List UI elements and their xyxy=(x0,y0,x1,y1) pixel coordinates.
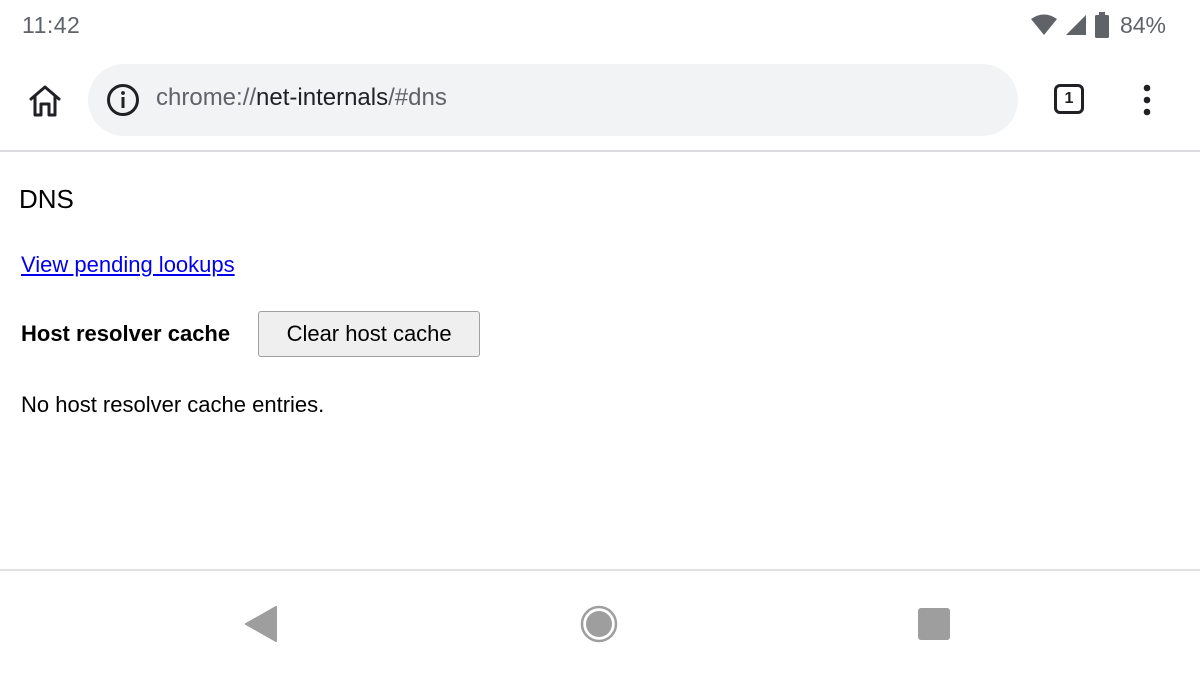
status-time: 11:42 xyxy=(22,12,81,38)
tab-count: 1 xyxy=(1064,90,1074,107)
home-icon xyxy=(29,85,61,117)
status-bar: 11:42 84% xyxy=(0,0,1200,52)
more-options-button[interactable] xyxy=(1132,80,1162,120)
wifi-icon xyxy=(1030,14,1057,35)
battery-icon xyxy=(1094,12,1109,38)
page-title: DNS xyxy=(19,184,74,214)
url-host: net-internals xyxy=(256,84,389,111)
home-circle-icon[interactable] xyxy=(580,605,618,643)
url-scheme: chrome:// xyxy=(156,84,257,111)
url-path: /#dns xyxy=(388,84,447,111)
omnibox[interactable]: chrome://net-internals/#dns xyxy=(88,64,1018,136)
android-screen: 11:42 84% chrome://net-internals/#dns 1 … xyxy=(0,0,1200,675)
battery-percent: 84% xyxy=(1119,11,1166,38)
cell-signal-icon xyxy=(1065,15,1086,35)
info-icon[interactable] xyxy=(106,83,140,117)
recents-icon[interactable] xyxy=(918,608,950,640)
tab-switcher-button[interactable]: 1 xyxy=(1054,84,1084,114)
system-navigation-bar xyxy=(0,569,1200,675)
clear-host-cache-button[interactable]: Clear host cache xyxy=(258,311,481,357)
more-vert-icon xyxy=(1143,84,1151,116)
back-icon[interactable] xyxy=(244,605,278,643)
home-button[interactable] xyxy=(24,80,66,122)
browser-toolbar: chrome://net-internals/#dns 1 xyxy=(0,52,1200,152)
page-content: DNS View pending lookups Host resolver c… xyxy=(0,152,1200,569)
host-resolver-cache-row: Host resolver cache Clear host cache xyxy=(21,310,481,358)
view-pending-lookups-link[interactable]: View pending lookups xyxy=(21,252,235,278)
url-text[interactable]: chrome://net-internals/#dns xyxy=(156,84,447,112)
host-resolver-cache-label: Host resolver cache xyxy=(21,321,231,346)
cache-empty-message: No host resolver cache entries. xyxy=(21,392,325,417)
status-icons: 84% xyxy=(1030,10,1166,40)
